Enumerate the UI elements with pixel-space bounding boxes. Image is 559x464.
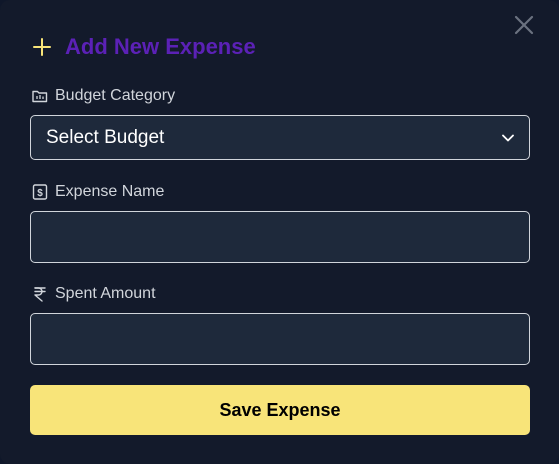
save-expense-button[interactable]: Save Expense — [30, 385, 530, 435]
budget-category-select[interactable]: Select Budget — [30, 115, 530, 160]
plus-icon — [33, 38, 51, 56]
budget-category-selected-value: Select Budget — [46, 126, 165, 148]
expense-name-label: $ Expense Name — [31, 183, 164, 201]
close-button[interactable] — [513, 14, 535, 36]
expense-name-input[interactable] — [30, 211, 530, 263]
spent-amount-label-text: Spent Amount — [55, 285, 156, 302]
budget-category-label-text: Budget Category — [55, 87, 176, 104]
spent-amount-label: Spent Amount — [31, 285, 156, 303]
receipt-dollar-icon: $ — [31, 183, 49, 201]
spent-amount-input[interactable] — [30, 313, 530, 365]
expense-name-label-text: Expense Name — [55, 183, 165, 200]
close-icon — [514, 15, 534, 35]
add-expense-modal: Add New Expense Budget Category Select B… — [0, 0, 559, 464]
budget-category-label: Budget Category — [31, 87, 175, 105]
modal-title: Add New Expense — [65, 34, 256, 59]
svg-text:$: $ — [37, 188, 43, 199]
folder-icon — [31, 87, 49, 105]
modal-header: Add New Expense — [32, 33, 256, 61]
chevron-down-icon — [502, 134, 514, 141]
rupee-icon — [31, 285, 49, 303]
